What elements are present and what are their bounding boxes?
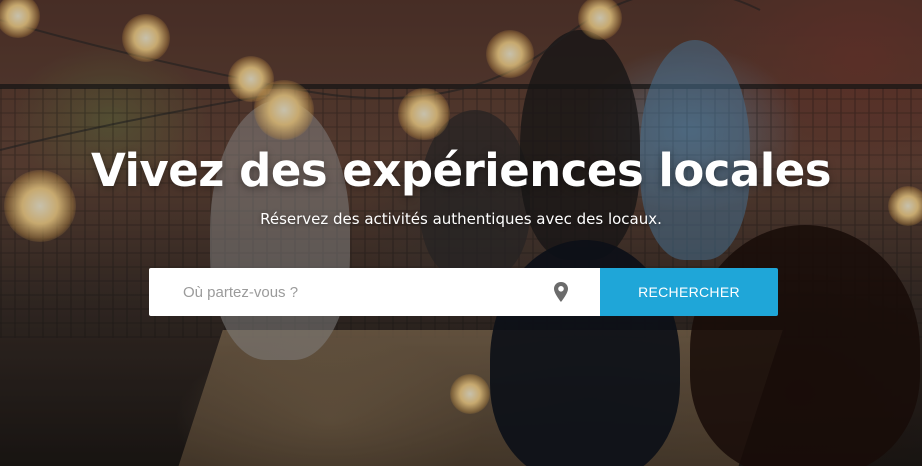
search-field <box>149 268 600 316</box>
hero-content: Vivez des expériences locales Réservez d… <box>0 0 922 466</box>
hero-title: Vivez des expériences locales <box>90 144 832 197</box>
destination-input[interactable] <box>149 268 529 316</box>
hero-section: Vivez des expériences locales Réservez d… <box>0 0 922 466</box>
search-button[interactable]: RECHERCHER <box>600 268 778 316</box>
map-pin-icon[interactable] <box>553 282 569 302</box>
search-bar: RECHERCHER <box>149 268 778 316</box>
hero-subtitle: Réservez des activités authentiques avec… <box>260 210 662 228</box>
